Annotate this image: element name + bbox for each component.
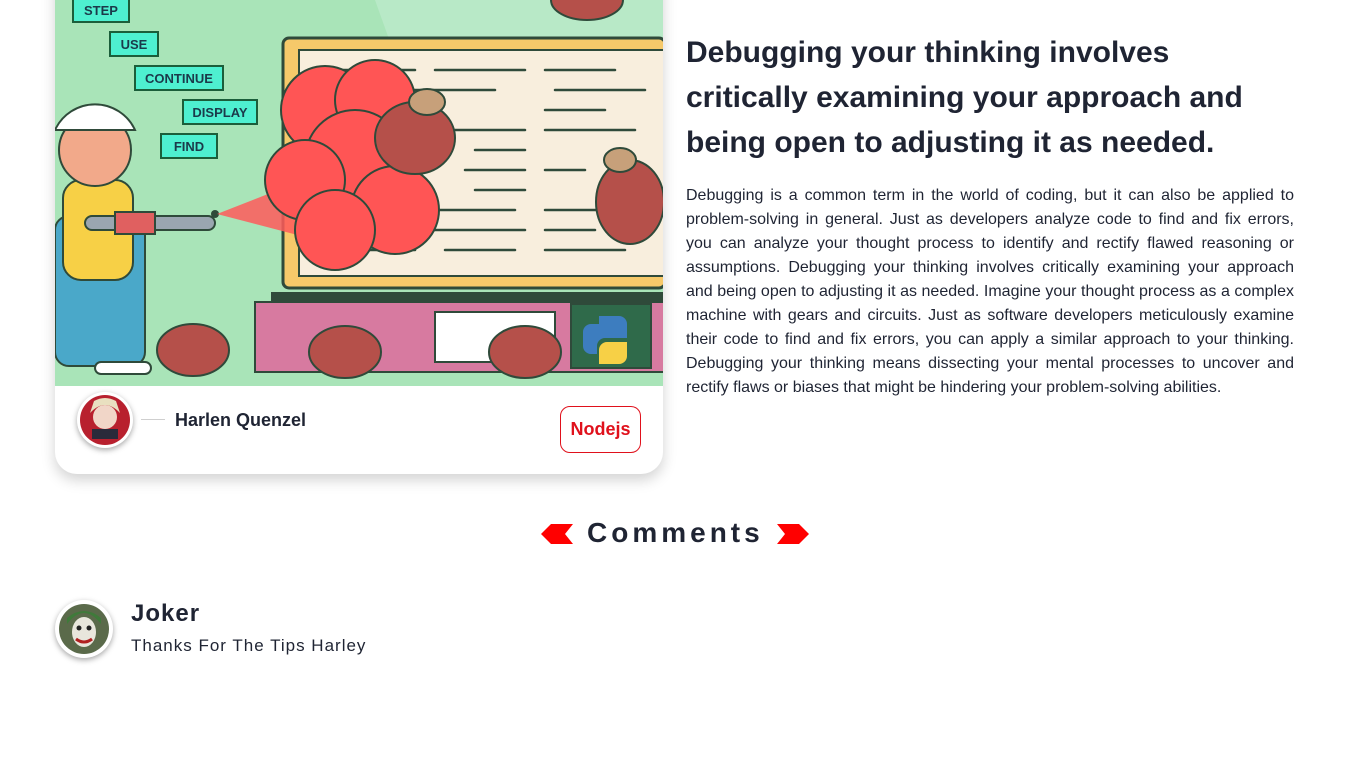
article-body: Debugging is a common term in the world … bbox=[686, 187, 1294, 396]
comment-item: Joker Thanks For The Tips Harley bbox=[55, 598, 555, 662]
author-divider bbox=[141, 419, 165, 420]
svg-text:STEP: STEP bbox=[84, 3, 118, 18]
comments-heading: Comments bbox=[541, 516, 809, 554]
command-label-find: FIND bbox=[160, 133, 218, 159]
svg-text:CONTINUE: CONTINUE bbox=[145, 71, 213, 86]
command-label-continue: CONTINUE bbox=[134, 65, 224, 91]
svg-text:DISPLAY: DISPLAY bbox=[192, 105, 247, 120]
command-label-use: USE bbox=[109, 31, 159, 57]
post-card: STEP USE CONTINUE DISPLAY FIND Harlen Qu… bbox=[55, 0, 663, 474]
chevron-right-icon bbox=[777, 524, 809, 544]
post-author-row: Harlen Quenzel Nodejs bbox=[55, 386, 663, 474]
commenter-avatar[interactable] bbox=[55, 600, 113, 658]
svg-text:FIND: FIND bbox=[174, 139, 204, 154]
comments-title: Comments bbox=[587, 517, 764, 548]
article-title: Debugging your thinking involves critica… bbox=[686, 36, 1243, 159]
author-avatar[interactable] bbox=[77, 392, 133, 448]
chevron-left-icon bbox=[541, 524, 573, 544]
commenter-avatar-image bbox=[59, 604, 109, 654]
author-name[interactable]: Harlen Quenzel bbox=[175, 410, 306, 431]
comment-text: Thanks For The Tips Harley bbox=[131, 636, 367, 655]
command-label-step: STEP bbox=[72, 0, 130, 23]
command-label-display: DISPLAY bbox=[182, 99, 258, 125]
author-avatar-image bbox=[80, 395, 130, 445]
tag-button[interactable]: Nodejs bbox=[560, 406, 641, 453]
commenter-name[interactable]: Joker bbox=[131, 600, 200, 628]
post-illustration: STEP USE CONTINUE DISPLAY FIND bbox=[55, 0, 663, 386]
svg-text:USE: USE bbox=[121, 37, 148, 52]
